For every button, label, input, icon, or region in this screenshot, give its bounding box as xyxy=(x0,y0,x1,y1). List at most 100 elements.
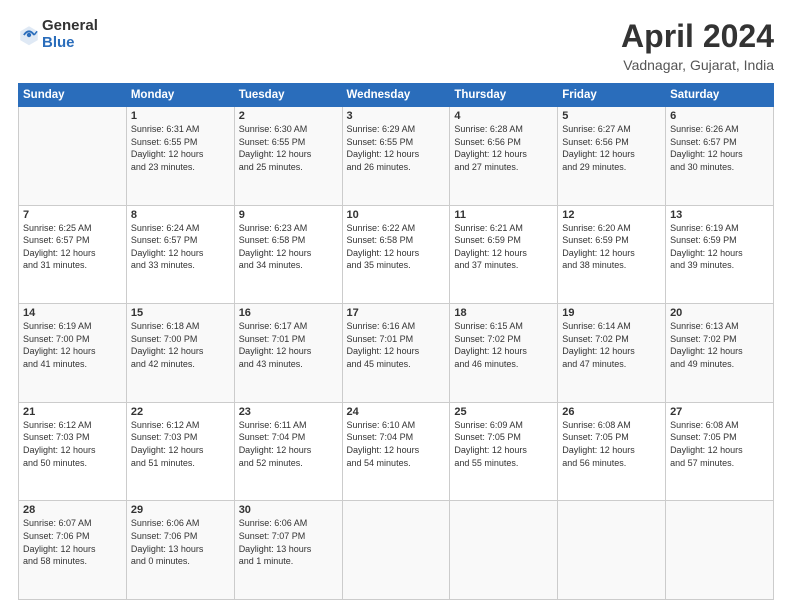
table-row: 4Sunrise: 6:28 AM Sunset: 6:56 PM Daylig… xyxy=(450,107,558,206)
table-row: 23Sunrise: 6:11 AM Sunset: 7:04 PM Dayli… xyxy=(234,402,342,501)
day-number: 2 xyxy=(239,110,338,122)
header-sunday: Sunday xyxy=(19,84,127,107)
day-number: 19 xyxy=(562,307,661,319)
day-number: 7 xyxy=(23,209,122,221)
day-number: 9 xyxy=(239,209,338,221)
day-info: Sunrise: 6:15 AM Sunset: 7:02 PM Dayligh… xyxy=(454,320,553,370)
day-info: Sunrise: 6:20 AM Sunset: 6:59 PM Dayligh… xyxy=(562,222,661,272)
table-row: 27Sunrise: 6:08 AM Sunset: 7:05 PM Dayli… xyxy=(666,402,774,501)
title-block: April 2024 Vadnagar, Gujarat, India xyxy=(621,18,774,73)
day-info: Sunrise: 6:27 AM Sunset: 6:56 PM Dayligh… xyxy=(562,123,661,173)
table-row: 19Sunrise: 6:14 AM Sunset: 7:02 PM Dayli… xyxy=(558,304,666,403)
table-row xyxy=(666,501,774,600)
table-row xyxy=(19,107,127,206)
day-info: Sunrise: 6:11 AM Sunset: 7:04 PM Dayligh… xyxy=(239,419,338,469)
day-info: Sunrise: 6:16 AM Sunset: 7:01 PM Dayligh… xyxy=(347,320,446,370)
table-row: 12Sunrise: 6:20 AM Sunset: 6:59 PM Dayli… xyxy=(558,205,666,304)
day-info: Sunrise: 6:06 AM Sunset: 7:06 PM Dayligh… xyxy=(131,517,230,567)
logo-icon xyxy=(18,24,40,46)
day-number: 12 xyxy=(562,209,661,221)
day-number: 24 xyxy=(347,406,446,418)
table-row: 20Sunrise: 6:13 AM Sunset: 7:02 PM Dayli… xyxy=(666,304,774,403)
table-row: 5Sunrise: 6:27 AM Sunset: 6:56 PM Daylig… xyxy=(558,107,666,206)
day-number: 14 xyxy=(23,307,122,319)
day-info: Sunrise: 6:13 AM Sunset: 7:02 PM Dayligh… xyxy=(670,320,769,370)
weekday-header-row: Sunday Monday Tuesday Wednesday Thursday… xyxy=(19,84,774,107)
day-number: 5 xyxy=(562,110,661,122)
day-info: Sunrise: 6:26 AM Sunset: 6:57 PM Dayligh… xyxy=(670,123,769,173)
header-tuesday: Tuesday xyxy=(234,84,342,107)
day-number: 29 xyxy=(131,504,230,516)
table-row: 18Sunrise: 6:15 AM Sunset: 7:02 PM Dayli… xyxy=(450,304,558,403)
day-info: Sunrise: 6:08 AM Sunset: 7:05 PM Dayligh… xyxy=(562,419,661,469)
calendar-week-row: 21Sunrise: 6:12 AM Sunset: 7:03 PM Dayli… xyxy=(19,402,774,501)
logo-blue-text: Blue xyxy=(42,35,98,52)
table-row: 3Sunrise: 6:29 AM Sunset: 6:55 PM Daylig… xyxy=(342,107,450,206)
day-number: 26 xyxy=(562,406,661,418)
day-number: 3 xyxy=(347,110,446,122)
day-number: 25 xyxy=(454,406,553,418)
day-number: 23 xyxy=(239,406,338,418)
page: General Blue April 2024 Vadnagar, Gujara… xyxy=(0,0,792,612)
table-row: 22Sunrise: 6:12 AM Sunset: 7:03 PM Dayli… xyxy=(126,402,234,501)
day-number: 13 xyxy=(670,209,769,221)
table-row xyxy=(450,501,558,600)
day-info: Sunrise: 6:07 AM Sunset: 7:06 PM Dayligh… xyxy=(23,517,122,567)
day-number: 10 xyxy=(347,209,446,221)
day-number: 21 xyxy=(23,406,122,418)
table-row xyxy=(342,501,450,600)
day-info: Sunrise: 6:12 AM Sunset: 7:03 PM Dayligh… xyxy=(131,419,230,469)
day-info: Sunrise: 6:22 AM Sunset: 6:58 PM Dayligh… xyxy=(347,222,446,272)
day-info: Sunrise: 6:10 AM Sunset: 7:04 PM Dayligh… xyxy=(347,419,446,469)
table-row: 29Sunrise: 6:06 AM Sunset: 7:06 PM Dayli… xyxy=(126,501,234,600)
day-info: Sunrise: 6:31 AM Sunset: 6:55 PM Dayligh… xyxy=(131,123,230,173)
day-info: Sunrise: 6:08 AM Sunset: 7:05 PM Dayligh… xyxy=(670,419,769,469)
table-row: 9Sunrise: 6:23 AM Sunset: 6:58 PM Daylig… xyxy=(234,205,342,304)
header-saturday: Saturday xyxy=(666,84,774,107)
day-number: 27 xyxy=(670,406,769,418)
day-number: 8 xyxy=(131,209,230,221)
day-info: Sunrise: 6:06 AM Sunset: 7:07 PM Dayligh… xyxy=(239,517,338,567)
logo: General Blue xyxy=(18,18,98,51)
table-row: 11Sunrise: 6:21 AM Sunset: 6:59 PM Dayli… xyxy=(450,205,558,304)
logo-text: General Blue xyxy=(42,18,98,51)
table-row: 25Sunrise: 6:09 AM Sunset: 7:05 PM Dayli… xyxy=(450,402,558,501)
day-info: Sunrise: 6:18 AM Sunset: 7:00 PM Dayligh… xyxy=(131,320,230,370)
day-number: 18 xyxy=(454,307,553,319)
table-row: 10Sunrise: 6:22 AM Sunset: 6:58 PM Dayli… xyxy=(342,205,450,304)
table-row: 14Sunrise: 6:19 AM Sunset: 7:00 PM Dayli… xyxy=(19,304,127,403)
table-row: 17Sunrise: 6:16 AM Sunset: 7:01 PM Dayli… xyxy=(342,304,450,403)
table-row: 8Sunrise: 6:24 AM Sunset: 6:57 PM Daylig… xyxy=(126,205,234,304)
header-friday: Friday xyxy=(558,84,666,107)
calendar-table: Sunday Monday Tuesday Wednesday Thursday… xyxy=(18,83,774,600)
day-info: Sunrise: 6:14 AM Sunset: 7:02 PM Dayligh… xyxy=(562,320,661,370)
day-number: 16 xyxy=(239,307,338,319)
day-info: Sunrise: 6:21 AM Sunset: 6:59 PM Dayligh… xyxy=(454,222,553,272)
calendar-week-row: 28Sunrise: 6:07 AM Sunset: 7:06 PM Dayli… xyxy=(19,501,774,600)
day-number: 17 xyxy=(347,307,446,319)
month-title: April 2024 xyxy=(621,18,774,55)
table-row: 16Sunrise: 6:17 AM Sunset: 7:01 PM Dayli… xyxy=(234,304,342,403)
table-row: 7Sunrise: 6:25 AM Sunset: 6:57 PM Daylig… xyxy=(19,205,127,304)
location: Vadnagar, Gujarat, India xyxy=(621,57,774,73)
day-info: Sunrise: 6:19 AM Sunset: 7:00 PM Dayligh… xyxy=(23,320,122,370)
table-row: 24Sunrise: 6:10 AM Sunset: 7:04 PM Dayli… xyxy=(342,402,450,501)
calendar-week-row: 1Sunrise: 6:31 AM Sunset: 6:55 PM Daylig… xyxy=(19,107,774,206)
logo-general-text: General xyxy=(42,18,98,35)
table-row: 21Sunrise: 6:12 AM Sunset: 7:03 PM Dayli… xyxy=(19,402,127,501)
header-monday: Monday xyxy=(126,84,234,107)
header: General Blue April 2024 Vadnagar, Gujara… xyxy=(18,18,774,73)
calendar-week-row: 7Sunrise: 6:25 AM Sunset: 6:57 PM Daylig… xyxy=(19,205,774,304)
day-info: Sunrise: 6:12 AM Sunset: 7:03 PM Dayligh… xyxy=(23,419,122,469)
table-row: 6Sunrise: 6:26 AM Sunset: 6:57 PM Daylig… xyxy=(666,107,774,206)
header-thursday: Thursday xyxy=(450,84,558,107)
day-number: 30 xyxy=(239,504,338,516)
header-wednesday: Wednesday xyxy=(342,84,450,107)
table-row: 30Sunrise: 6:06 AM Sunset: 7:07 PM Dayli… xyxy=(234,501,342,600)
day-number: 11 xyxy=(454,209,553,221)
table-row: 26Sunrise: 6:08 AM Sunset: 7:05 PM Dayli… xyxy=(558,402,666,501)
day-number: 22 xyxy=(131,406,230,418)
day-number: 4 xyxy=(454,110,553,122)
day-info: Sunrise: 6:09 AM Sunset: 7:05 PM Dayligh… xyxy=(454,419,553,469)
table-row: 15Sunrise: 6:18 AM Sunset: 7:00 PM Dayli… xyxy=(126,304,234,403)
